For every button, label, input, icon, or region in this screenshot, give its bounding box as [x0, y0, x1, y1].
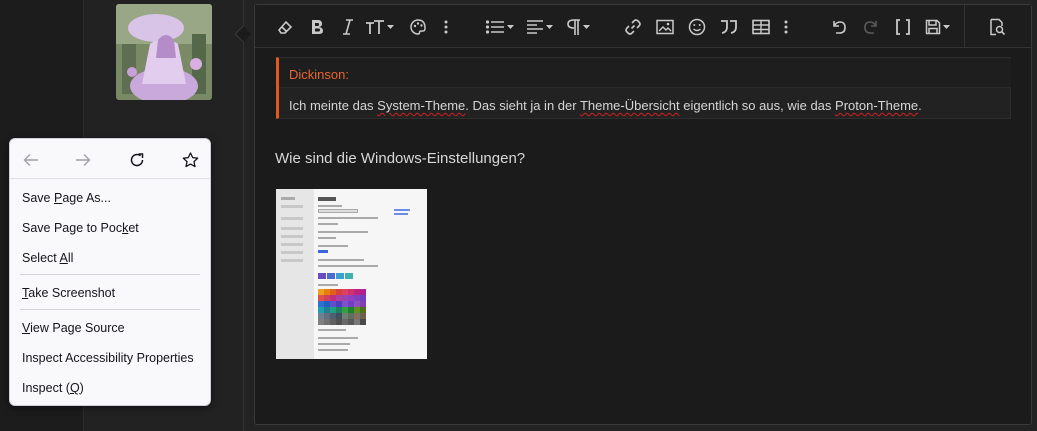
link-icon[interactable] — [621, 13, 645, 41]
menu-separator — [20, 274, 200, 275]
arrow-right-icon[interactable] — [72, 149, 94, 171]
menu-item-take-screenshot[interactable]: Take Screenshot — [22, 286, 115, 300]
star-icon[interactable] — [179, 149, 201, 171]
italic-icon[interactable] — [337, 13, 359, 41]
misspelled-word: Theme-Übersicht — [579, 98, 680, 113]
undo-icon[interactable] — [827, 13, 851, 41]
body-text: Wie sind die Windows-Einstellungen? — [275, 150, 526, 167]
context-menu-nav — [10, 139, 210, 179]
align-icon[interactable] — [523, 13, 555, 41]
editor-toolbar — [255, 5, 1031, 48]
quote-header: Dickinson: — [279, 58, 1011, 88]
quote-icon[interactable] — [717, 13, 741, 41]
preview-icon[interactable] — [985, 13, 1009, 41]
text-size-icon[interactable] — [363, 13, 395, 41]
menu-item-select-all[interactable]: Select All — [22, 251, 73, 265]
eraser-icon[interactable] — [273, 13, 297, 41]
misspelled-word: System-Theme — [377, 98, 466, 113]
paragraph-icon[interactable] — [563, 13, 593, 41]
misspelled-word: Proton-Theme — [835, 98, 919, 113]
save-draft-icon[interactable] — [921, 13, 953, 41]
arrow-left-icon[interactable] — [20, 149, 42, 171]
list-icon[interactable] — [483, 13, 515, 41]
quote-author[interactable]: Dickinson: — [289, 67, 349, 82]
menu-item-save-page-as[interactable]: Save Page As... — [22, 191, 111, 205]
more-icon[interactable] — [779, 13, 793, 41]
toolbar-divider — [964, 5, 965, 47]
palette-icon[interactable] — [407, 13, 429, 41]
avatar[interactable] — [116, 4, 212, 100]
menu-item-view-page-source[interactable]: View Page Source — [22, 321, 125, 335]
menu-separator — [20, 309, 200, 310]
menu-item-save-to-pocket[interactable]: Save Page to Pocket — [22, 221, 139, 235]
menu-item-inspect[interactable]: Inspect (Q) — [22, 381, 84, 395]
windows-settings-screenshot[interactable] — [276, 189, 427, 359]
image-icon[interactable] — [653, 13, 677, 41]
quote-block[interactable]: Dickinson: Ich meinte das System-Theme. … — [276, 57, 1011, 119]
quote-text: Ich meinte das System-Theme. Das sieht j… — [289, 98, 922, 113]
rich-text-editor[interactable]: Dickinson: Ich meinte das System-Theme. … — [254, 4, 1032, 425]
more-icon[interactable] — [439, 13, 453, 41]
table-icon[interactable] — [749, 13, 773, 41]
brackets-icon[interactable] — [891, 13, 915, 41]
redo-icon — [859, 13, 883, 41]
context-menu[interactable]: Save Page As... Save Page to Pocket Sele… — [9, 138, 211, 406]
smile-icon[interactable] — [685, 13, 709, 41]
menu-item-inspect-accessibility[interactable]: Inspect Accessibility Properties — [22, 351, 194, 365]
reload-icon[interactable] — [126, 149, 148, 171]
bold-icon[interactable] — [305, 13, 329, 41]
